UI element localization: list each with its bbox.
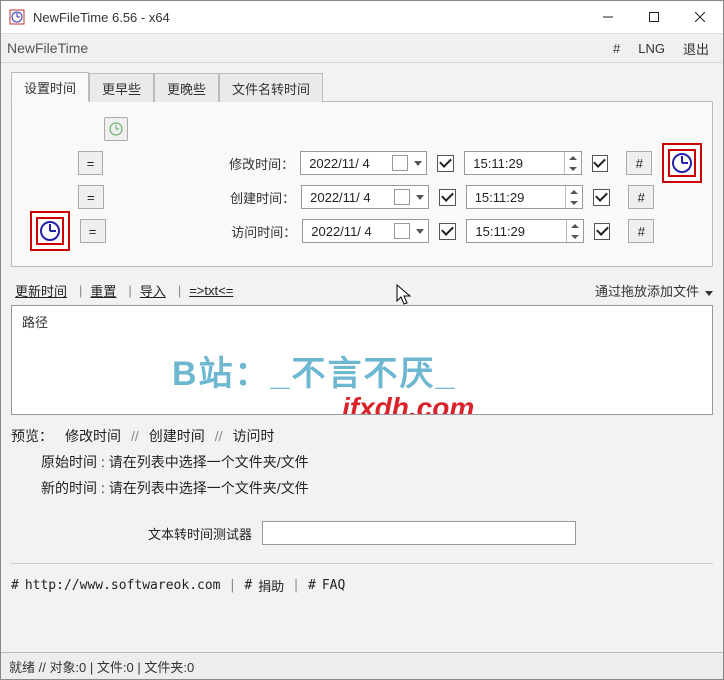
checkbox-time-created[interactable] [593, 189, 610, 206]
window-title: NewFileTime 6.56 - x64 [33, 10, 585, 25]
hash-button-modified[interactable]: # [626, 151, 652, 175]
footer-url[interactable]: http://www.softwareok.com [25, 578, 221, 593]
reset-button[interactable]: 重置 [86, 279, 120, 302]
update-time-button[interactable]: 更新时间 [11, 279, 71, 302]
original-time-value: 请在列表中选择一个文件夹/文件 [109, 449, 309, 475]
tab-earlier[interactable]: 更早些 [89, 73, 154, 102]
footer-faq[interactable]: FAQ [322, 578, 345, 593]
footer-links: # http://www.softwareok.com | # 捐助 | # F… [11, 563, 713, 600]
tab-set-time[interactable]: 设置时间 [11, 72, 89, 102]
time-spinner-accessed[interactable] [566, 220, 583, 242]
eq-button-accessed[interactable]: = [80, 219, 106, 243]
time-picker-accessed[interactable]: 15:11:29 [466, 219, 583, 243]
new-time-value: 请在列表中选择一个文件夹/文件 [109, 475, 309, 501]
label-accessed: 访问时间： [116, 222, 303, 241]
footer-donate[interactable]: 捐助 [258, 576, 284, 595]
checkbox-time-accessed[interactable] [594, 223, 611, 240]
tab-filename-to-time[interactable]: 文件名转时间 [219, 73, 323, 102]
eq-button-created[interactable]: = [78, 185, 104, 209]
titlebar: NewFileTime 6.56 - x64 [1, 1, 723, 34]
checkbox-time-modified[interactable] [592, 155, 609, 172]
calendar-icon [392, 155, 408, 171]
menu-lng[interactable]: LNG [630, 39, 673, 58]
calendar-icon [394, 189, 410, 205]
time-spinner-modified[interactable] [564, 152, 581, 174]
hash-button-created[interactable]: # [628, 185, 654, 209]
minimize-button[interactable] [585, 1, 631, 33]
tester-label: 文本转时间测试器 [148, 524, 252, 543]
chevron-down-icon [416, 229, 424, 234]
chevron-down-icon [414, 161, 422, 166]
preview-col-accessed: 访问时 [233, 423, 275, 449]
menu-exit[interactable]: 退出 [675, 37, 717, 60]
original-time-label: 原始时间 : [41, 449, 105, 475]
time-picker-modified[interactable]: 15:11:29 [464, 151, 581, 175]
status-text: 就绪 // 对象:0 | 文件:0 | 文件夹:0 [9, 657, 194, 676]
close-button[interactable] [677, 1, 723, 33]
watermark-text-1: B站：_不言不厌_ [172, 346, 456, 395]
row-created: = 创建时间： 2022/11/ 4 15:11:29 # [22, 182, 702, 212]
import-button[interactable]: 导入 [136, 279, 170, 302]
preview-label: 预览： [11, 423, 53, 449]
preview-col-created: 创建时间 [149, 423, 205, 449]
app-icon [9, 9, 25, 25]
checkbox-date-modified[interactable] [437, 155, 454, 172]
footer-hash[interactable]: # [11, 578, 19, 593]
tabstrip: 设置时间 更早些 更晚些 文件名转时间 [11, 73, 713, 102]
status-bar: 就绪 // 对象:0 | 文件:0 | 文件夹:0 [1, 652, 723, 679]
chevron-down-icon [705, 291, 713, 296]
label-created: 创建时间： [114, 188, 301, 207]
tab-panel-set-time: = 修改时间： 2022/11/ 4 15:11:29 # [11, 102, 713, 267]
maximize-button[interactable] [631, 1, 677, 33]
date-picker-accessed[interactable]: 2022/11/ 4 [302, 219, 429, 243]
row-accessed: = 访问时间： 2022/11/ 4 15:11:29 # [22, 216, 702, 246]
menu-hash[interactable]: # [605, 39, 628, 58]
calendar-icon [394, 223, 410, 239]
clock-icon-left[interactable] [30, 211, 70, 251]
new-time-label: 新的时间 : [41, 475, 105, 501]
text-to-time-tester: 文本转时间测试器 [11, 513, 713, 553]
date-picker-modified[interactable]: 2022/11/ 4 [300, 151, 427, 175]
date-value-accessed: 2022/11/ 4 [311, 224, 394, 239]
clock-icon-right[interactable] [662, 143, 702, 183]
date-value-modified: 2022/11/ 4 [309, 156, 392, 171]
menubar: NewFileTime # LNG 退出 [1, 34, 723, 63]
date-value-created: 2022/11/ 4 [310, 190, 394, 205]
checkbox-date-created[interactable] [439, 189, 456, 206]
drop-files-hint[interactable]: 通过拖放添加文件 [595, 281, 713, 300]
watermark-text-2: ifxdh.com [342, 392, 474, 415]
tab-later[interactable]: 更晚些 [154, 73, 219, 102]
hash-button-accessed[interactable]: # [628, 219, 654, 243]
time-value-accessed: 15:11:29 [467, 224, 565, 239]
time-picker-created[interactable]: 15:11:29 [466, 185, 584, 209]
date-picker-created[interactable]: 2022/11/ 4 [301, 185, 429, 209]
preview-col-modified: 修改时间 [65, 423, 121, 449]
file-list[interactable]: 路径 B站：_不言不厌_ ifxdh.com [11, 305, 713, 415]
preview-section: 预览： 修改时间 // 创建时间 // 访问时 原始时间 : 请在列表中选择一个… [11, 423, 713, 501]
label-modified: 修改时间： [113, 154, 300, 173]
app-name-label: NewFileTime [7, 40, 603, 56]
row-modified: = 修改时间： 2022/11/ 4 15:11:29 # [22, 148, 702, 178]
now-button[interactable] [104, 117, 128, 141]
time-spinner-created[interactable] [565, 186, 582, 208]
tester-input[interactable] [262, 521, 576, 545]
checkbox-date-accessed[interactable] [439, 223, 456, 240]
column-header-path[interactable]: 路径 [12, 306, 712, 337]
chevron-down-icon [416, 195, 424, 200]
eq-button-modified[interactable]: = [78, 151, 104, 175]
time-value-created: 15:11:29 [467, 190, 566, 205]
time-value-modified: 15:11:29 [465, 156, 563, 171]
action-bar: 更新时间 | 重置 | 导入 | =>txt<= 通过拖放添加文件 [11, 275, 713, 305]
export-txt-button[interactable]: =>txt<= [185, 281, 237, 300]
